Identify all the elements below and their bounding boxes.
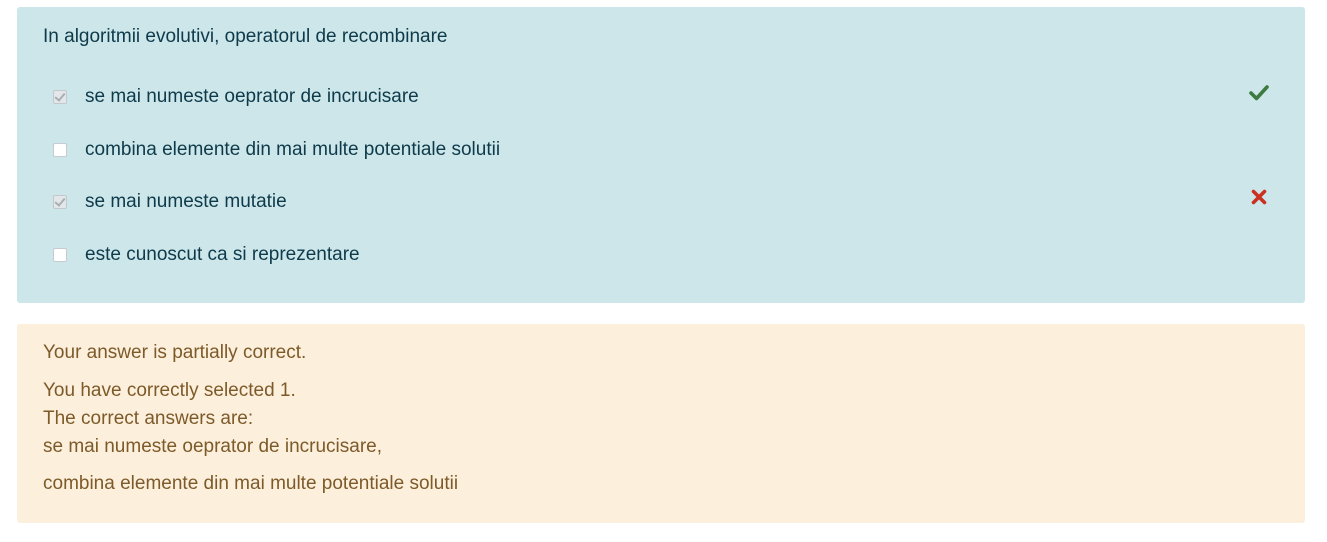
answer-option-1: se mai numeste oeprator de incrucisare — [17, 83, 1305, 113]
question-prompt: In algoritmii evolutivi, operatorul de r… — [43, 26, 448, 47]
answer-label-2: combina elemente din mai multe potential… — [85, 139, 501, 160]
feedback-summary: Your answer is partially correct. — [43, 342, 307, 363]
answer-checkbox-2 — [53, 143, 67, 157]
feedback-selected-count: You have correctly selected 1. — [43, 380, 296, 401]
answer-option-3: se mai numeste mutatie — [17, 188, 1305, 218]
feedback-correct-answer-2: combina elemente din mai multe potential… — [43, 473, 459, 494]
answer-option-4: este cunoscut ca si reprezentare — [17, 241, 1305, 271]
answer-option-2: combina elemente din mai multe potential… — [17, 136, 1305, 166]
answer-label-1: se mai numeste oeprator de incrucisare — [85, 86, 419, 107]
answer-label-4: este cunoscut ca si reprezentare — [85, 244, 360, 265]
feedback-correct-answer-1: se mai numeste oeprator de incrucisare, — [43, 436, 382, 457]
feedback-correct-heading: The correct answers are: — [43, 408, 254, 429]
answer-checkbox-3 — [53, 195, 67, 209]
question-panel: In algoritmii evolutivi, operatorul de r… — [17, 7, 1305, 303]
check-icon — [1249, 85, 1269, 101]
cross-icon — [1251, 189, 1267, 205]
answer-checkbox-4 — [53, 248, 67, 262]
answer-label-3: se mai numeste mutatie — [85, 191, 287, 212]
answer-checkbox-1 — [53, 90, 67, 104]
feedback-panel: Your answer is partially correct. You ha… — [17, 324, 1305, 523]
